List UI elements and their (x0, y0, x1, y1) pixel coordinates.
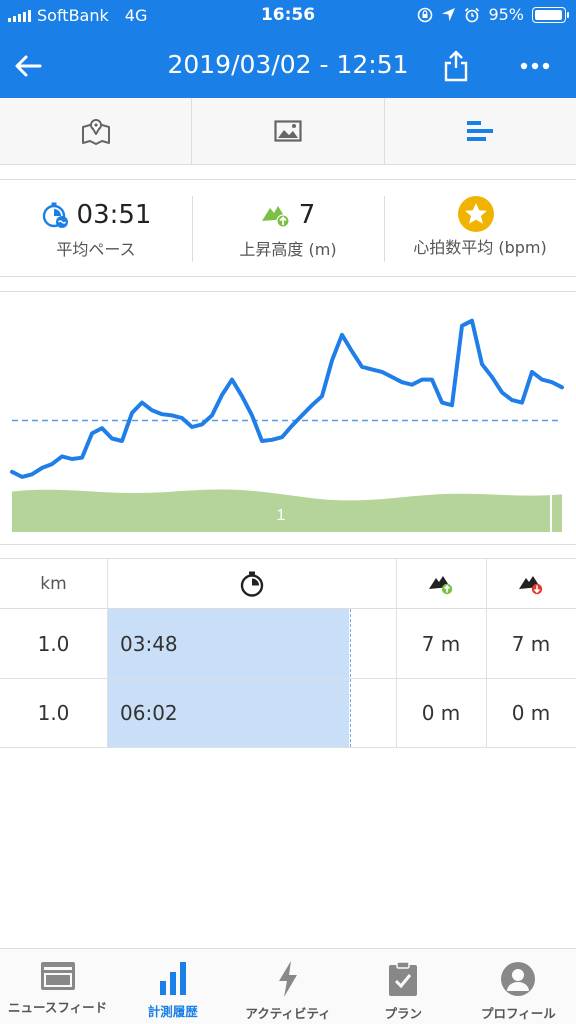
view-tabs (0, 98, 576, 165)
average-pace-value: 03:51 (76, 200, 152, 230)
lap-ascent: 0 m (421, 700, 461, 725)
pace-icon (42, 202, 68, 228)
nav-label: プラン (384, 1006, 422, 1021)
nav-plan[interactable]: プラン (346, 949, 461, 1024)
app-header: SoftBank 4G 16:56 95% 2019/03/02 - 12:51 (0, 0, 576, 98)
location-icon (442, 7, 456, 22)
heart-rate-label: 心拍数平均 (bpm) (413, 238, 547, 257)
nav-label: アクティビティ (245, 1006, 331, 1021)
ascent-icon (261, 206, 290, 228)
image-icon (274, 120, 302, 142)
lap-pace: 03:48 (120, 631, 178, 656)
stat-average-pace: 03:51 平均ペース (0, 180, 192, 276)
nav-activity[interactable]: アクティビティ (230, 949, 345, 1024)
lap-km: 1.0 (37, 700, 70, 725)
nav-label: 計測履歴 (147, 1004, 198, 1019)
share-icon[interactable] (436, 46, 476, 86)
nav-history[interactable]: 計測履歴 (115, 949, 230, 1024)
laps-table: km 1.0 03:48 7 m 7 m 1.0 06:02 0 m 0 m (0, 558, 576, 748)
row-divider (0, 747, 576, 748)
battery-percent: 95% (488, 5, 524, 24)
nav-label: プロフィール (481, 1006, 556, 1021)
header-pace (107, 559, 396, 609)
stat-heart-rate: 心拍数平均 (bpm) (384, 180, 576, 276)
pace-chart: 1 (0, 291, 576, 545)
alarm-icon (465, 7, 480, 22)
header-ascent (396, 559, 486, 609)
elevation-area (12, 489, 562, 532)
header-descent (486, 559, 576, 609)
stopwatch-icon (240, 571, 263, 597)
ascent-icon (429, 576, 453, 595)
activity-icon (279, 961, 297, 997)
ascent-label: 上昇高度 (m) (239, 240, 337, 259)
lap-descent: 7 m (511, 631, 551, 656)
news-feed-icon (40, 962, 75, 990)
pace-series-line (10, 318, 564, 479)
page-title: 2019/03/02 - 12:51 (167, 50, 409, 79)
nav-profile[interactable]: プロフィール (461, 949, 576, 1024)
lap-descent: 0 m (511, 700, 551, 725)
battery-icon (532, 6, 569, 23)
average-pace-label: 平均ペース (56, 240, 136, 259)
lap-km: 1.0 (37, 631, 70, 656)
nav-news-feed[interactable]: ニュースフィード (0, 949, 115, 1024)
stat-ascent: 7 上昇高度 (m) (192, 180, 384, 276)
lap-pace: 06:02 (120, 700, 178, 725)
map-icon (81, 119, 110, 145)
lap-ascent: 7 m (421, 631, 461, 656)
lap-label: 1 (277, 507, 286, 524)
more-icon[interactable] (515, 46, 555, 86)
bottom-navigation: ニュースフィード 計測履歴 アクティビティ プラン プロフィール (0, 948, 576, 1024)
ascent-value: 7 (298, 200, 316, 230)
descent-icon (519, 576, 543, 595)
tab-map[interactable] (0, 98, 193, 164)
summary-stats: 03:51 平均ペース 7 上昇高度 (m) 心拍数平均 (bpm) (0, 179, 576, 277)
header-km: km (40, 574, 67, 594)
tab-image[interactable] (192, 98, 385, 164)
tab-stats[interactable] (385, 98, 576, 164)
history-icon (159, 962, 186, 995)
orientation-lock-icon (418, 7, 433, 22)
title-bar: 2019/03/02 - 12:51 (0, 32, 576, 98)
stats-icon (467, 121, 494, 141)
nav-label: ニュースフィード (8, 1000, 108, 1015)
star-icon (458, 196, 494, 232)
status-bar: SoftBank 4G 16:56 95% (0, 0, 576, 32)
plan-icon (389, 961, 418, 996)
profile-icon (501, 962, 536, 996)
pace-chart-svg: 1 (10, 304, 564, 532)
